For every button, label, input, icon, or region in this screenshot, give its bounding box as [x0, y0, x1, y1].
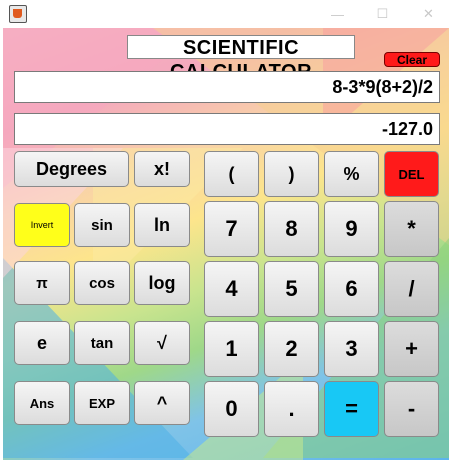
- clear-button[interactable]: Clear: [384, 52, 440, 67]
- equals-button[interactable]: =: [324, 381, 379, 437]
- decimal-point-button[interactable]: .: [264, 381, 319, 437]
- delete-button[interactable]: DEL: [384, 151, 439, 197]
- digit-5-button[interactable]: 5: [264, 261, 319, 317]
- close-button[interactable]: ✕: [406, 0, 451, 28]
- maximize-button[interactable]: ☐: [360, 0, 405, 28]
- percent-button[interactable]: %: [324, 151, 379, 197]
- log-button[interactable]: log: [134, 261, 190, 305]
- digit-0-button[interactable]: 0: [204, 381, 259, 437]
- digit-6-button[interactable]: 6: [324, 261, 379, 317]
- app-title: SCIENTIFIC CALCULATOR: [127, 35, 355, 83]
- open-paren-button[interactable]: (: [204, 151, 259, 197]
- digit-7-button[interactable]: 7: [204, 201, 259, 257]
- java-app-icon: [9, 5, 27, 23]
- close-paren-button[interactable]: ): [264, 151, 319, 197]
- invert-button[interactable]: Invert: [14, 203, 70, 247]
- power-button[interactable]: ^: [134, 381, 190, 425]
- divide-button[interactable]: /: [384, 261, 439, 317]
- digit-2-button[interactable]: 2: [264, 321, 319, 377]
- digit-9-button[interactable]: 9: [324, 201, 379, 257]
- digit-8-button[interactable]: 8: [264, 201, 319, 257]
- result-display[interactable]: -127.0: [14, 113, 440, 145]
- plus-button[interactable]: +: [384, 321, 439, 377]
- pi-button[interactable]: π: [14, 261, 70, 305]
- ln-button[interactable]: ln: [134, 203, 190, 247]
- minimize-button[interactable]: —: [315, 0, 360, 28]
- e-button[interactable]: e: [14, 321, 70, 365]
- digit-1-button[interactable]: 1: [204, 321, 259, 377]
- factorial-button[interactable]: x!: [134, 151, 190, 187]
- title-bar: — ☐ ✕: [0, 0, 452, 28]
- digit-3-button[interactable]: 3: [324, 321, 379, 377]
- tan-button[interactable]: tan: [74, 321, 130, 365]
- expression-display[interactable]: 8-3*9(8+2)/2: [14, 71, 440, 103]
- degrees-button[interactable]: Degrees: [14, 151, 129, 187]
- ans-button[interactable]: Ans: [14, 381, 70, 425]
- exp-button[interactable]: EXP: [74, 381, 130, 425]
- sin-button[interactable]: sin: [74, 203, 130, 247]
- sqrt-button[interactable]: √: [134, 321, 190, 365]
- multiply-button[interactable]: *: [384, 201, 439, 257]
- digit-4-button[interactable]: 4: [204, 261, 259, 317]
- cos-button[interactable]: cos: [74, 261, 130, 305]
- calculator-panel: SCIENTIFIC CALCULATOR Clear 8-3*9(8+2)/2…: [3, 28, 449, 460]
- minus-button[interactable]: -: [384, 381, 439, 437]
